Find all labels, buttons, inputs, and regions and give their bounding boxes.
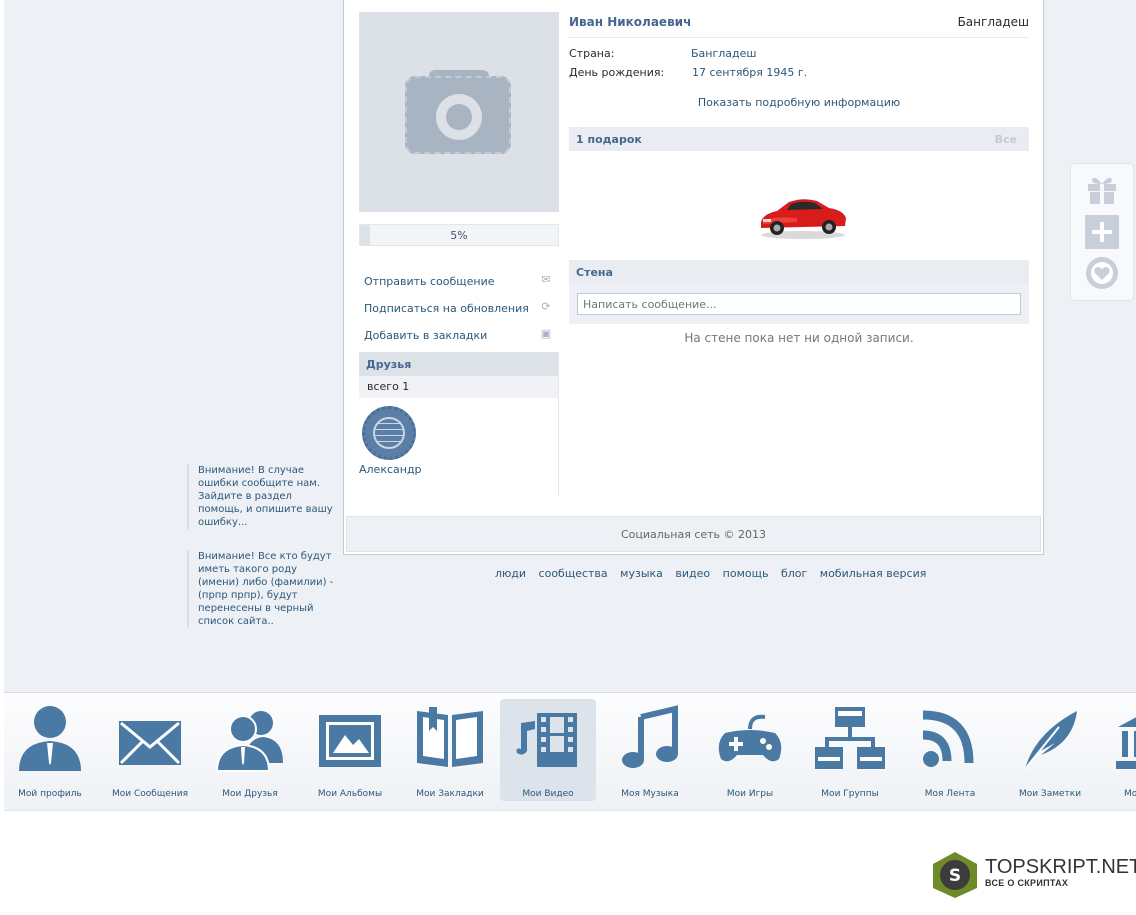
plus-icon[interactable]	[1085, 215, 1119, 249]
profile-card: 5% Отправить сообщение ✉ Подписаться на …	[343, 0, 1044, 555]
svg-text:S: S	[949, 866, 961, 886]
users-icon	[215, 711, 283, 772]
profile-completion-bar: 5%	[359, 224, 559, 246]
feather-icon	[1024, 711, 1077, 770]
footer-link-blog[interactable]: блог	[781, 567, 807, 580]
logo-text[interactable]: TOPSKRIPT.NET ВСЕ О СКРИПТАХ	[985, 856, 1136, 888]
envelope-icon	[119, 721, 181, 765]
book-icon	[417, 707, 483, 767]
gift-car-image[interactable]	[757, 192, 849, 240]
gifts-title[interactable]: 1 подарок	[576, 133, 642, 146]
logo-name: TOPSKRIPT.NET	[985, 856, 1136, 878]
dock-more[interactable]: Мо	[1102, 699, 1136, 801]
friend-avatar[interactable]	[362, 406, 416, 460]
rss-icon	[922, 710, 974, 767]
footer-link-mobile[interactable]: мобильная версия	[820, 567, 927, 580]
refresh-icon: ⟳	[541, 300, 551, 313]
send-message-button[interactable]: Отправить сообщение ✉	[359, 270, 559, 297]
subscribe-button[interactable]: Подписаться на обновления ⟳	[359, 297, 559, 324]
dock-my-music[interactable]: Моя Музыка	[602, 699, 698, 801]
footer-links: люди сообщества музыка видео помощь блог…	[495, 567, 935, 580]
friends-count[interactable]: всего 1	[359, 376, 559, 398]
music-note-icon	[622, 705, 678, 768]
notice-blacklist: Внимание! Все кто будут иметь такого род…	[187, 550, 338, 628]
birthday-link[interactable]: 17 сентября 1945 г.	[692, 66, 807, 79]
gifts-all-link[interactable]: Все	[995, 133, 1017, 146]
friends-header[interactable]: Друзья	[359, 352, 559, 376]
dock-my-albums[interactable]: Мои Альбомы	[302, 699, 398, 801]
copyright-text: Социальная сеть © 2013	[620, 528, 767, 541]
hierarchy-icon	[815, 707, 885, 769]
dock-my-friends[interactable]: Мои Друзья	[202, 699, 298, 801]
dock-my-videos[interactable]: Мои Видео	[500, 699, 596, 801]
friend-item[interactable]: Александр Конотопски	[359, 406, 429, 476]
envelope-icon: ✉	[541, 273, 551, 286]
topskript-logo[interactable]: S	[929, 850, 981, 900]
wall-header: Стена	[569, 260, 1029, 284]
dock-my-notes[interactable]: Мои Заметки	[1002, 699, 1098, 801]
dock-my-profile[interactable]: Мой профиль	[4, 699, 98, 801]
dock-my-messages[interactable]: Мои Сообщения	[102, 699, 198, 801]
dock-my-games[interactable]: Мои Игры	[702, 699, 798, 801]
card-footer: Социальная сеть © 2013	[346, 516, 1041, 552]
notice-error-report: Внимание! В случае ошибки сообщите нам. …	[187, 464, 338, 529]
bookmark-icon: ▣	[540, 327, 552, 340]
dock-my-bookmarks[interactable]: Мои Закладки	[402, 699, 498, 801]
bottom-dock: Мой профиль Мои Сообщения Мои Друзья Мои…	[4, 692, 1136, 811]
heart-icon[interactable]	[1085, 256, 1119, 290]
profile-status-country: Бангладеш	[957, 15, 1029, 29]
profile-avatar-placeholder[interactable]	[359, 12, 559, 212]
footer-link-music[interactable]: музыка	[620, 567, 663, 580]
footer-link-help[interactable]: помощь	[723, 567, 769, 580]
dock-my-groups[interactable]: Мои Группы	[802, 699, 898, 801]
logo-tagline: ВСЕ О СКРИПТАХ	[985, 878, 1069, 888]
picture-icon	[319, 715, 381, 767]
dock-my-feed[interactable]: Моя Лента	[902, 699, 998, 801]
wall-empty-message: На стене пока нет ни одной записи.	[684, 331, 914, 345]
gamepad-icon	[718, 714, 782, 762]
footer-link-people[interactable]: люди	[495, 567, 526, 580]
gift-icon[interactable]	[1085, 172, 1119, 206]
show-details-link[interactable]: Показать подробную информацию	[569, 96, 1029, 109]
wall-post-input[interactable]	[577, 293, 1021, 315]
profile-completion-text: 5%	[450, 229, 468, 242]
friend-name[interactable]: Александр Конотопски	[359, 463, 423, 476]
footer-link-video[interactable]: видео	[675, 567, 710, 580]
bank-icon	[1116, 717, 1136, 769]
footer-link-communities[interactable]: сообщества	[539, 567, 608, 580]
side-quick-panel	[1070, 163, 1134, 301]
profile-actions: Отправить сообщение ✉ Подписаться на обн…	[359, 270, 559, 351]
profile-name: Иван Николаевич	[569, 15, 692, 29]
country-link[interactable]: Бангладеш	[691, 47, 756, 60]
gifts-header: 1 подарок Все	[569, 127, 1029, 151]
add-bookmark-button[interactable]: Добавить в закладки ▣	[359, 324, 559, 351]
video-icon	[516, 713, 577, 767]
user-icon	[19, 706, 81, 771]
